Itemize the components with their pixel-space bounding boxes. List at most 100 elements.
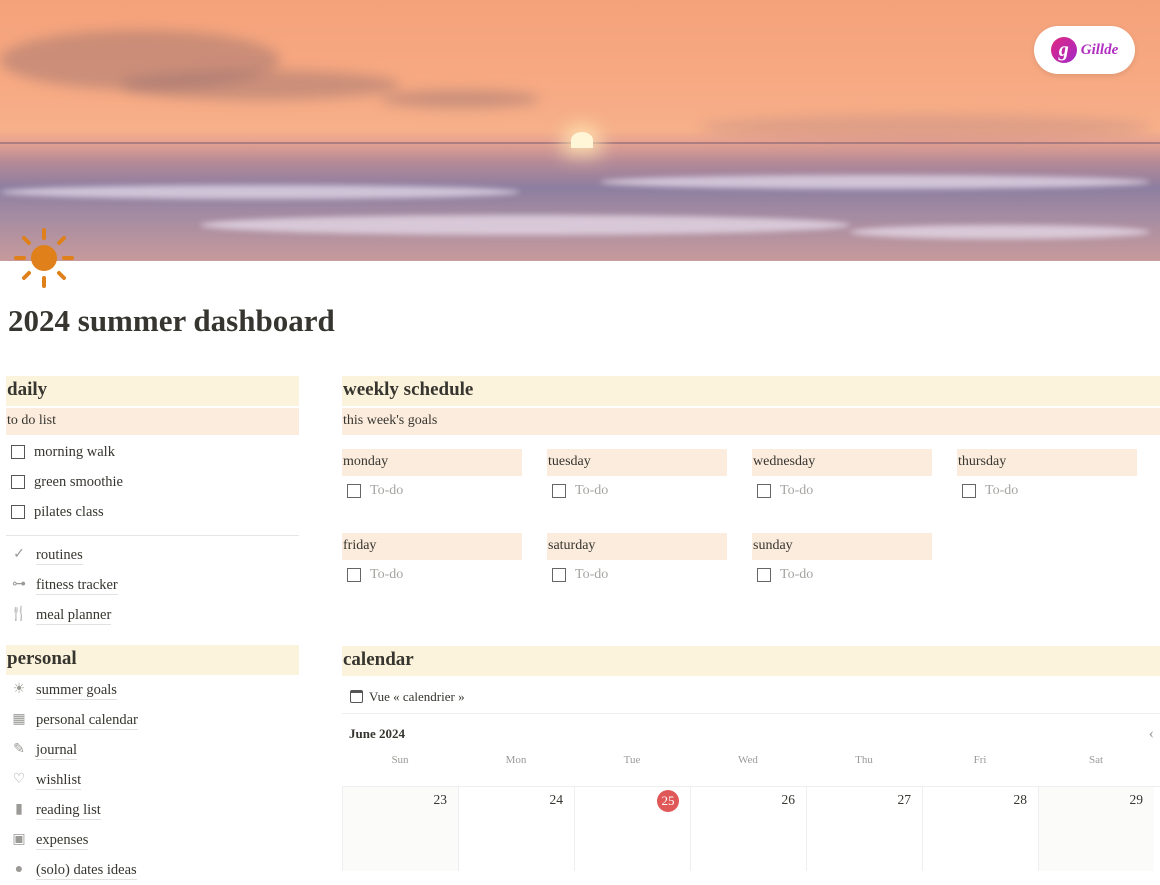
link-reading-list[interactable]: ▮ reading list bbox=[6, 795, 299, 825]
weekly-heading: weekly schedule bbox=[342, 376, 1160, 406]
todo-item[interactable]: To-do bbox=[547, 560, 727, 590]
todo-item[interactable]: To-do bbox=[342, 476, 522, 506]
day-heading: saturday bbox=[547, 533, 727, 560]
checkbox[interactable] bbox=[11, 505, 25, 519]
todo-item[interactable]: To-do bbox=[342, 560, 522, 590]
todo-placeholder: To-do bbox=[780, 567, 814, 582]
cover-image: g Gillde bbox=[0, 0, 1160, 261]
link-routines[interactable]: ✓ routines bbox=[6, 540, 299, 570]
todo-placeholder: To-do bbox=[370, 483, 404, 498]
todo-placeholder: To-do bbox=[370, 567, 404, 582]
link-meal-planner[interactable]: 🍴 meal planner bbox=[6, 600, 299, 630]
link-label: (solo) dates ideas bbox=[36, 861, 137, 880]
link-fitness-tracker[interactable]: ⊶ fitness tracker bbox=[6, 570, 299, 600]
checkbox[interactable] bbox=[347, 568, 361, 582]
day-tuesday: tuesday To-do bbox=[547, 449, 727, 506]
checkbox[interactable] bbox=[11, 445, 25, 459]
day-sunday: sunday To-do bbox=[752, 533, 932, 590]
link-wishlist[interactable]: ♡ wishlist bbox=[6, 765, 299, 795]
sun-icon bbox=[14, 228, 74, 288]
calendar-icon bbox=[350, 690, 363, 703]
sun bbox=[571, 132, 593, 148]
checkbox[interactable] bbox=[757, 568, 771, 582]
todo-placeholder: To-do bbox=[985, 483, 1019, 498]
todo-label: green smoothie bbox=[34, 473, 123, 490]
calendar-icon: ▦ bbox=[12, 712, 26, 727]
date-number: 28 bbox=[1013, 792, 1028, 807]
checkbox[interactable] bbox=[552, 568, 566, 582]
brush-icon: ✎ bbox=[13, 742, 25, 757]
weekday-label: Thu bbox=[855, 754, 873, 766]
todo-label: pilates class bbox=[34, 503, 104, 520]
checkbox[interactable] bbox=[552, 484, 566, 498]
weekday-label: Sat bbox=[1088, 754, 1104, 766]
calendar-day-cell[interactable]: 29 bbox=[1038, 787, 1154, 871]
calendar-day-cell[interactable]: 23 bbox=[342, 787, 458, 871]
link-label: summer goals bbox=[36, 681, 117, 700]
daily-heading: daily bbox=[6, 376, 299, 406]
todo-item[interactable]: pilates class bbox=[6, 497, 299, 527]
todo-placeholder: To-do bbox=[575, 483, 609, 498]
book-icon: ▮ bbox=[15, 802, 23, 817]
day-heading: friday bbox=[342, 533, 522, 560]
money-icon: ▣ bbox=[12, 832, 26, 847]
link-label: expenses bbox=[36, 831, 89, 850]
view-label: Vue « calendrier » bbox=[369, 688, 465, 704]
weekday-label: Mon bbox=[505, 754, 527, 766]
weekday-label: Wed bbox=[738, 754, 758, 766]
logo-mark: g bbox=[1050, 37, 1077, 63]
checkbox[interactable] bbox=[347, 484, 361, 498]
prev-month-button[interactable]: ‹ bbox=[1149, 725, 1160, 743]
calendar-day-cell[interactable]: 27 bbox=[806, 787, 922, 871]
weekday-label: Sun bbox=[391, 754, 409, 766]
link-journal[interactable]: ✎ journal bbox=[6, 735, 299, 765]
day-wednesday: wednesday To-do bbox=[752, 449, 932, 506]
todo-item[interactable]: green smoothie bbox=[6, 467, 299, 497]
calendar-day-cell[interactable]: 28 bbox=[922, 787, 1038, 871]
weekday-label: Tue bbox=[623, 754, 641, 766]
day-heading: thursday bbox=[957, 449, 1137, 476]
checkmark-icon: ✓ bbox=[13, 547, 25, 562]
todo-item[interactable]: To-do bbox=[957, 476, 1137, 506]
day-heading: tuesday bbox=[547, 449, 727, 476]
gillde-logo[interactable]: g Gillde bbox=[1034, 26, 1135, 74]
date-number: 24 bbox=[549, 792, 564, 807]
calendar-view-tab[interactable]: Vue « calendrier » bbox=[342, 680, 1160, 714]
link-label: reading list bbox=[36, 801, 101, 820]
calendar-heading: calendar bbox=[342, 646, 1160, 676]
day-thursday: thursday To-do bbox=[957, 449, 1137, 506]
today-date-badge: 25 bbox=[657, 790, 679, 812]
link-solo-dates-ideas[interactable]: ● (solo) dates ideas bbox=[6, 855, 299, 885]
todo-label: morning walk bbox=[34, 443, 115, 460]
todo-list-heading: to do list bbox=[6, 408, 299, 435]
todo-item[interactable]: To-do bbox=[752, 476, 932, 506]
todo-item[interactable]: morning walk bbox=[6, 437, 299, 467]
link-label: personal calendar bbox=[36, 711, 138, 730]
calendar-day-cell[interactable]: 26 bbox=[690, 787, 806, 871]
heart-icon: ♡ bbox=[12, 772, 26, 787]
link-expenses[interactable]: ▣ expenses bbox=[6, 825, 299, 855]
day-heading: monday bbox=[342, 449, 522, 476]
link-personal-calendar[interactable]: ▦ personal calendar bbox=[6, 705, 299, 735]
link-summer-goals[interactable]: ☀ summer goals bbox=[6, 675, 299, 705]
link-label: meal planner bbox=[36, 606, 112, 625]
checkbox[interactable] bbox=[11, 475, 25, 489]
day-friday: friday To-do bbox=[342, 533, 522, 590]
checkbox[interactable] bbox=[962, 484, 976, 498]
date-number: 26 bbox=[781, 792, 796, 807]
link-label: journal bbox=[36, 741, 78, 760]
dumbbell-icon: ⊶ bbox=[12, 577, 26, 592]
todo-item[interactable]: To-do bbox=[752, 560, 932, 590]
calendar-day-cell[interactable]: 25 bbox=[574, 787, 690, 871]
sun-icon: ☀ bbox=[12, 682, 26, 697]
left-column: daily to do list morning walk green smoo… bbox=[6, 376, 299, 885]
link-label: fitness tracker bbox=[36, 576, 118, 595]
day-heading: wednesday bbox=[752, 449, 932, 476]
link-label: wishlist bbox=[36, 771, 82, 790]
date-number: 29 bbox=[1129, 792, 1144, 807]
todo-item[interactable]: To-do bbox=[547, 476, 727, 506]
page-title: 2024 summer dashboard bbox=[8, 303, 335, 338]
checkbox[interactable] bbox=[757, 484, 771, 498]
calendar-day-cell[interactable]: 24 bbox=[458, 787, 574, 871]
divider bbox=[6, 535, 299, 536]
